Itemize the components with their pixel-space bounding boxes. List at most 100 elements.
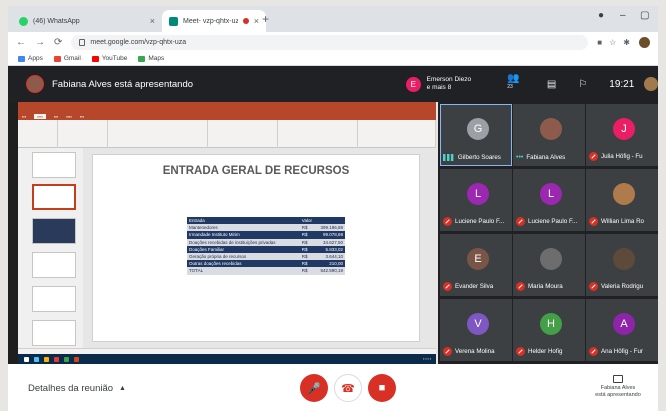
presenting-label: Fabiana Alves está apresentando bbox=[52, 78, 194, 90]
avatar bbox=[26, 75, 44, 93]
bookmark-youtube[interactable]: YouTube bbox=[91, 55, 127, 62]
participant-name-row: Luciene Paulo F... bbox=[443, 217, 512, 226]
participant-tile[interactable]: V Verena Molina bbox=[440, 299, 512, 361]
ribbon-tab[interactable]: ▪▪▪ bbox=[54, 114, 58, 119]
participant-tile[interactable]: A Ana Höfig - Fur bbox=[586, 299, 658, 361]
participant-tile[interactable]: Willian Lima Ro bbox=[586, 169, 658, 231]
close-icon[interactable]: × bbox=[150, 16, 155, 26]
youtube-icon bbox=[91, 55, 99, 62]
avatar: J bbox=[613, 118, 635, 140]
tab-whatsapp[interactable]: (46) WhatsApp × bbox=[12, 10, 162, 32]
tab-meet[interactable]: Meet- vzp-qhtx-uza × bbox=[162, 10, 266, 32]
lock-icon bbox=[79, 38, 86, 46]
bookmark-apps[interactable]: Apps bbox=[18, 55, 43, 62]
ribbon-group bbox=[208, 120, 278, 148]
participant-tile[interactable]: H Helder Hofig bbox=[513, 299, 585, 361]
meet-icon bbox=[169, 16, 178, 26]
meet-bottom-bar: Detalhes da reunião ▲ 🎤 ☎ ■ Fabiana Alve… bbox=[8, 364, 658, 411]
slide-thumbnail[interactable] bbox=[32, 320, 76, 346]
taskbar-app-icon bbox=[64, 356, 69, 362]
avatar: L bbox=[540, 183, 562, 205]
people-button[interactable]: 👥23 bbox=[507, 73, 525, 95]
recording-icon bbox=[242, 18, 249, 24]
mic-off-icon bbox=[589, 347, 598, 356]
activities-icon[interactable]: ⚐ bbox=[578, 79, 587, 90]
avatar: G bbox=[467, 118, 489, 140]
participant-tile[interactable]: ••• Fabiana Alves bbox=[513, 104, 585, 166]
ribbon-group bbox=[278, 120, 358, 148]
participant-name: Luciene Paulo F... bbox=[455, 218, 505, 225]
table-row: Mantenedores R$ 399.196,88 bbox=[187, 224, 345, 232]
address-text: meet.google.com/vzp-qhtx-uza bbox=[90, 38, 187, 46]
mic-off-icon bbox=[589, 282, 598, 291]
participant-name-row: Julia Höfig - Fu bbox=[589, 152, 658, 161]
ribbon-tab[interactable]: ▪▪▪ bbox=[22, 114, 26, 119]
profile-avatar[interactable] bbox=[639, 36, 650, 48]
slide-thumbnail[interactable] bbox=[32, 252, 76, 278]
browser-tab-strip: (46) WhatsApp × Meet- vzp-qhtx-uza × + ●… bbox=[8, 6, 658, 32]
participant-tile[interactable]: L Luciene Paulo F... bbox=[440, 169, 512, 231]
participant-name-row: Evander Silva bbox=[443, 282, 512, 291]
close-icon[interactable]: × bbox=[254, 16, 259, 26]
forward-icon[interactable]: → bbox=[35, 37, 45, 48]
participant-name: Julia Höfig - Fu bbox=[601, 153, 643, 160]
reload-icon[interactable]: ⟳ bbox=[54, 37, 62, 48]
chat-icon[interactable]: ▤ bbox=[547, 79, 556, 90]
maximize-icon[interactable]: ▢ bbox=[640, 10, 649, 21]
ribbon-groups bbox=[18, 120, 436, 148]
participant-tile[interactable]: Valeria Rodrigu bbox=[586, 234, 658, 296]
slide-thumbnail[interactable] bbox=[32, 152, 76, 178]
new-tab-button[interactable]: + bbox=[262, 12, 269, 26]
camera-indicator-icon[interactable]: ■ bbox=[597, 38, 602, 47]
participant-name-row: ▌▌▌ Gilberto Soares bbox=[443, 154, 512, 161]
participant-tile[interactable]: E Evander Silva bbox=[440, 234, 512, 296]
slide-title: ENTRADA GERAL DE RECURSOS bbox=[162, 165, 350, 177]
participant-name: Valeria Rodrigu bbox=[601, 283, 644, 290]
avatar: H bbox=[540, 313, 562, 335]
avatar bbox=[613, 183, 635, 205]
table-row: Geração própria de recursos R$ 3.644,10 bbox=[187, 252, 345, 261]
maps-icon bbox=[138, 55, 146, 62]
bookmark-maps[interactable]: Maps bbox=[138, 55, 164, 62]
participant-name: Gilberto Soares bbox=[457, 154, 501, 161]
camera-toggle-button[interactable]: ■ bbox=[368, 374, 396, 402]
mic-off-icon bbox=[516, 347, 525, 356]
bookmark-gmail[interactable]: Gmail bbox=[53, 55, 81, 62]
participant-tile[interactable]: L Luciene Paulo F... bbox=[513, 169, 585, 231]
participant-tile[interactable]: J Julia Höfig - Fu bbox=[586, 104, 658, 166]
minimize-icon[interactable]: – bbox=[620, 10, 626, 21]
clock: 19:21 bbox=[609, 78, 635, 90]
ribbon-tab[interactable]: ▪▪▪▪ bbox=[66, 114, 72, 119]
system-tray: ▪ ▪ ▪ ▪ bbox=[423, 357, 431, 361]
participant-tile[interactable]: Maria Moura bbox=[513, 234, 585, 296]
slide-thumbnail-selected[interactable] bbox=[32, 184, 76, 210]
avatar bbox=[540, 248, 562, 270]
slide-thumbnail[interactable] bbox=[32, 218, 76, 244]
participant-name: Verena Molina bbox=[455, 348, 495, 355]
ribbon-group bbox=[358, 120, 436, 148]
slide-thumbnail[interactable] bbox=[32, 286, 76, 312]
address-bar[interactable]: meet.google.com/vzp-qhtx-uza bbox=[71, 34, 589, 50]
leave-call-button[interactable]: ☎ bbox=[334, 374, 362, 402]
microphone-toggle-button[interactable]: 🎤 bbox=[300, 374, 328, 402]
participant-tile[interactable]: G ▌▌▌ Gilberto Soares bbox=[440, 104, 512, 166]
extensions-icon[interactable]: ✱ bbox=[623, 38, 630, 47]
browser-toolbar: ← → ⟳ meet.google.com/vzp-qhtx-uza ■ ☆ ✱ bbox=[8, 32, 658, 52]
meeting-details-button[interactable]: Detalhes da reunião ▲ bbox=[28, 383, 126, 394]
participant-name: Helder Hofig bbox=[528, 348, 563, 355]
star-icon[interactable]: ☆ bbox=[609, 38, 616, 47]
ribbon-tab[interactable]: ▪▪▪ bbox=[80, 114, 84, 119]
windows-start-icon bbox=[24, 356, 29, 362]
participant-name-row: Maria Moura bbox=[516, 282, 585, 291]
people-icon: 👥 bbox=[507, 72, 520, 84]
account-icon[interactable]: ● bbox=[598, 10, 604, 21]
mic-off-icon bbox=[443, 347, 452, 356]
presentation-button[interactable]: Fabiana Alves está apresentando bbox=[586, 375, 650, 399]
ribbon-tab-active[interactable]: ▪▪▪▪ bbox=[34, 113, 46, 119]
table-row: Doações Familiar R$ 5.833,02 bbox=[187, 245, 345, 253]
powerpoint-workspace: ENTRADA GERAL DE RECURSOS Entrada Valor … bbox=[18, 148, 436, 348]
table-header: Entrada bbox=[187, 217, 300, 225]
participant-name: Fabiana Alves bbox=[526, 154, 566, 161]
back-icon[interactable]: ← bbox=[16, 37, 26, 48]
participant-name: Luciene Paulo F... bbox=[528, 218, 578, 225]
